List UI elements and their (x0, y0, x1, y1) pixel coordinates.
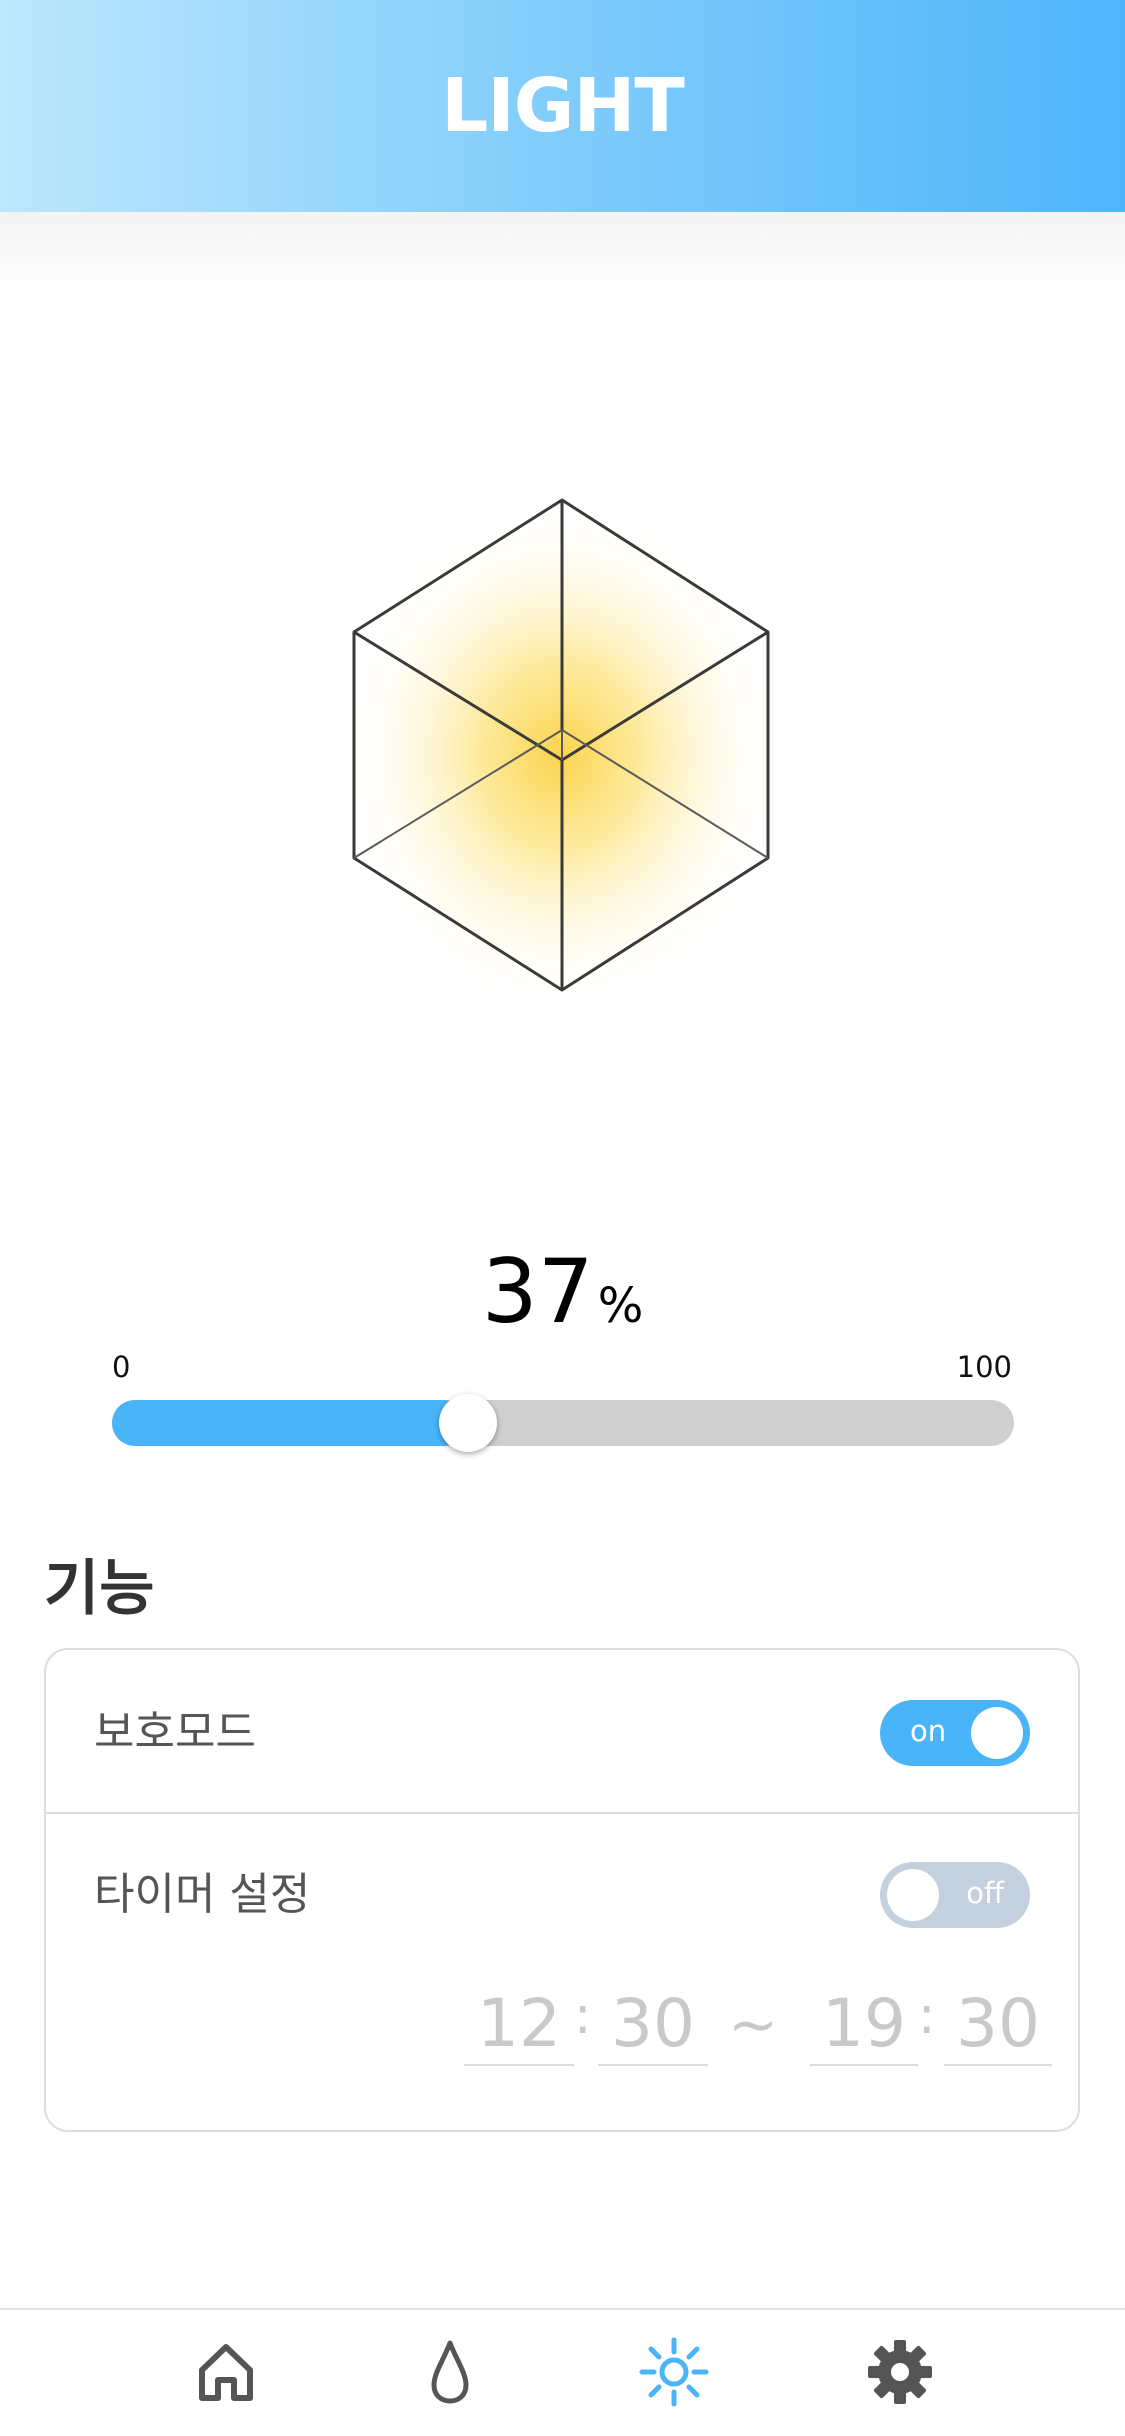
protect-mode-row: 보호모드 on (46, 1650, 1078, 1814)
brightness-unit: % (597, 1278, 644, 1334)
toggle-knob (887, 1869, 939, 1921)
lamp-glow (330, 495, 790, 1015)
timer-label: 타이머 설정 (94, 1869, 311, 1920)
timer-range-separator: ~ (728, 1990, 779, 2060)
water-drop-icon (431, 2340, 469, 2404)
timer-end-colon: : (918, 1986, 936, 2046)
features-section-title: 기능 (44, 1554, 155, 1624)
lamp-cube-illustration (330, 480, 790, 1020)
sun-icon (639, 2337, 709, 2407)
brightness-value: 37 (481, 1240, 594, 1343)
brightness-readout: 37% (0, 1240, 1125, 1343)
toggle-knob (971, 1707, 1023, 1759)
app-header: LIGHT (0, 0, 1125, 212)
protect-mode-toggle[interactable]: on (880, 1700, 1030, 1766)
nav-water-button[interactable] (410, 2332, 490, 2412)
timer-start-minute-field[interactable]: 30 (598, 1984, 708, 2066)
timer-start-hour-field[interactable]: 12 (464, 1984, 574, 2066)
header-shadow (0, 212, 1125, 302)
timer-end-minute-field[interactable]: 30 (944, 1984, 1052, 2066)
timer-end-hour-field[interactable]: 19 (810, 1984, 918, 2066)
features-card: 보호모드 on 타이머 설정 off 12 : 30 ~ 19 : 30 (44, 1648, 1080, 2132)
page-title: LIGHT (441, 63, 685, 149)
cube-svg (330, 495, 790, 1015)
home-icon (199, 2344, 253, 2401)
timer-toggle-text: off (966, 1876, 1004, 1910)
brightness-slider-fill (112, 1400, 466, 1446)
timer-start-colon: : (574, 1986, 592, 2046)
protect-mode-toggle-text: on (910, 1714, 947, 1748)
slider-min-label: 0 (112, 1350, 131, 1384)
nav-light-button[interactable] (634, 2332, 714, 2412)
timer-toggle[interactable]: off (880, 1862, 1030, 1928)
brightness-slider[interactable] (112, 1400, 1014, 1446)
nav-settings-button[interactable] (860, 2332, 940, 2412)
timer-row: 타이머 설정 off 12 : 30 ~ 19 : 30 (46, 1814, 1078, 2132)
nav-home-button[interactable] (186, 2332, 266, 2412)
bottom-nav (0, 2308, 1125, 2436)
protect-mode-label: 보호모드 (94, 1707, 256, 1758)
brightness-slider-thumb[interactable] (439, 1394, 497, 1452)
gear-icon (868, 2340, 932, 2404)
slider-max-label: 100 (956, 1350, 1012, 1384)
